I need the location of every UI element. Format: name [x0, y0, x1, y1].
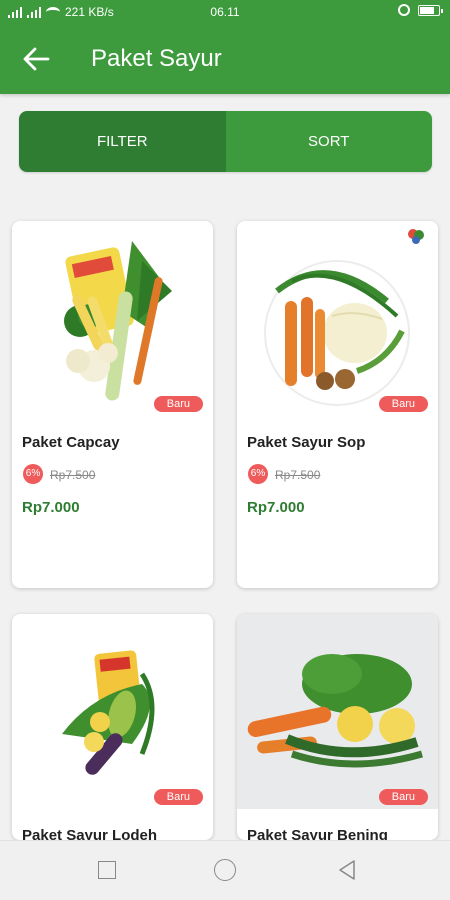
product-price: Rp7.000 [22, 499, 80, 516]
new-badge: Baru [378, 789, 428, 805]
product-name: Paket Sayur Sop [247, 434, 366, 451]
product-card-sayur-lodeh[interactable]: Baru Paket Sayur Lodeh [12, 614, 213, 840]
clock: 06.11 [210, 5, 240, 19]
back-triangle-icon[interactable] [336, 859, 358, 881]
sort-button[interactable]: SORT [225, 111, 432, 172]
recent-apps-icon[interactable] [98, 861, 116, 879]
status-bar: 221 KB/s 06.11 [0, 0, 450, 24]
app-bar: Paket Sayur [0, 24, 450, 94]
battery-icon [418, 4, 443, 16]
product-name: Paket Capcay [22, 434, 120, 451]
new-badge: Baru [153, 396, 203, 412]
product-image [12, 221, 213, 416]
status-right [398, 4, 443, 16]
filter-sort-control: FILTER SORT [19, 111, 432, 172]
alarm-icon [398, 4, 410, 16]
new-badge: Baru [153, 789, 203, 805]
product-image [12, 614, 213, 809]
discount-badge: 6% [23, 464, 43, 484]
original-price: Rp7.500 [275, 468, 321, 482]
original-price: Rp7.500 [50, 468, 96, 482]
page-title: Paket Sayur [91, 45, 222, 72]
new-badge: Baru [378, 396, 428, 412]
filter-button[interactable]: FILTER [19, 111, 226, 172]
product-name: Paket Sayur Bening [247, 827, 388, 840]
arrow-left-icon[interactable] [22, 46, 50, 72]
system-nav-bar [0, 840, 450, 900]
product-image [237, 221, 438, 416]
product-card-sayur-sop[interactable]: Baru Paket Sayur Sop 6% Rp7.500 Rp7.000 [237, 221, 438, 588]
product-image [237, 614, 438, 809]
store-logo-icon [408, 229, 424, 244]
home-icon[interactable] [214, 859, 236, 881]
product-card-sayur-bening[interactable]: Baru Paket Sayur Bening [237, 614, 438, 840]
product-price: Rp7.000 [247, 499, 305, 516]
product-card-capcay[interactable]: Baru Paket Capcay 6% Rp7.500 Rp7.000 [12, 221, 213, 588]
discount-badge: 6% [248, 464, 268, 484]
product-name: Paket Sayur Lodeh [22, 827, 158, 840]
